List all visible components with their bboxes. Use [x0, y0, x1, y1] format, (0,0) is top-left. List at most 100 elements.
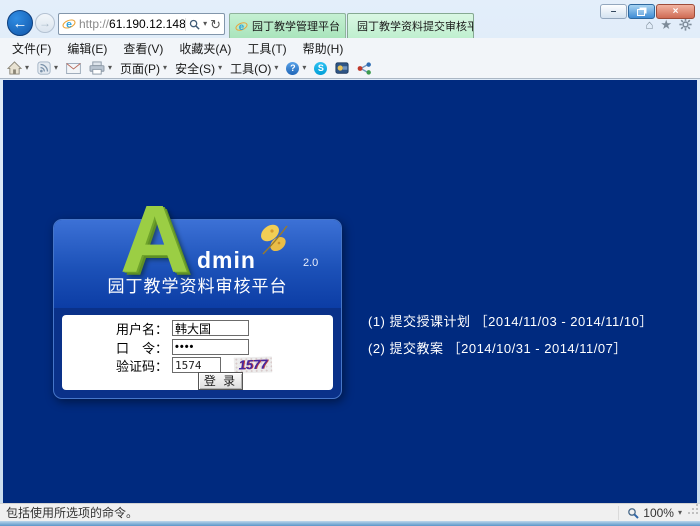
notice-list: (1) 提交授课计划 ［2014/11/03 - 2014/11/10］ (2)…	[368, 308, 653, 362]
notice-item-2: (2) 提交教案 ［2014/10/31 - 2014/11/07］	[368, 335, 653, 362]
caret-down-icon: ▾	[54, 64, 58, 72]
address-bar[interactable]: e http://61.190.12.148/webzlcj/logi ▾ ↻	[58, 13, 225, 35]
captcha-label: 验证码：	[62, 356, 168, 375]
print-button[interactable]: ▾	[89, 61, 112, 75]
forward-button[interactable]: →	[35, 13, 55, 33]
window-controls: – ×	[600, 4, 695, 19]
zoom-control[interactable]: 100% ▾	[618, 506, 682, 520]
menu-edit[interactable]: 编辑(E)	[59, 40, 115, 57]
status-message: 包括使用所选项的命令。	[6, 504, 138, 521]
caret-down-icon: ▾	[163, 64, 167, 72]
close-icon: ×	[673, 7, 679, 17]
close-button[interactable]: ×	[656, 4, 695, 19]
tab-label: 园丁教学管理平台	[252, 18, 340, 34]
zoom-caret-icon: ▾	[678, 509, 682, 517]
username-input[interactable]	[172, 320, 249, 336]
username-label: 用户名：	[62, 319, 168, 338]
menu-view[interactable]: 查看(V)	[115, 40, 171, 57]
status-bar: 包括使用所选项的命令。 100% ▾	[0, 503, 700, 521]
restore-icon	[637, 9, 645, 16]
caret-down-icon: ▾	[108, 64, 112, 72]
window-frame-bottom	[0, 521, 700, 526]
menu-help[interactable]: 帮助(H)	[295, 40, 352, 57]
settings-gear-icon[interactable]	[679, 18, 692, 31]
admin-logo-version: 2.0	[303, 257, 318, 269]
password-input[interactable]	[172, 339, 249, 355]
captcha-row: 验证码： 1577	[62, 357, 333, 373]
tools-menu-button[interactable]: 工具(O) ▾	[230, 60, 278, 77]
tools-menu-label: 工具(O)	[230, 60, 271, 77]
page-menu-button[interactable]: 页面(P) ▾	[120, 60, 167, 77]
url-host: 61.190.12.148	[109, 17, 185, 31]
page-content: A dmin 2.0 园丁教学资料审核平台 用户名：	[3, 80, 697, 503]
page-menu-label: 页面(P)	[120, 60, 160, 77]
tab-label: 园丁教学资料提交审核平台	[357, 18, 474, 34]
home-icon[interactable]: ⌂	[645, 18, 653, 31]
caret-down-icon: ▾	[25, 64, 29, 72]
zoom-magnifier-icon	[627, 507, 639, 519]
printer-icon	[89, 61, 105, 75]
caret-down-icon: ▾	[302, 64, 306, 72]
username-row: 用户名：	[62, 320, 333, 336]
login-form: 用户名： 口 令： 验证码： 1577 登 录	[62, 315, 333, 390]
login-panel: A dmin 2.0 园丁教学资料审核平台 用户名：	[53, 219, 342, 399]
forward-icon: →	[39, 16, 51, 30]
back-icon: ←	[13, 15, 28, 32]
tab-management-platform[interactable]: e 园丁教学管理平台	[229, 13, 346, 38]
login-button[interactable]: 登 录	[198, 372, 243, 390]
favorites-star-icon[interactable]: ★	[660, 18, 672, 31]
caret-down-icon: ▾	[274, 64, 278, 72]
command-bar: ▾ ▾ ▾ 页面(P) ▾	[0, 58, 700, 79]
minimize-button[interactable]: –	[600, 4, 627, 19]
notice-item-1: (1) 提交授课计划 ［2014/11/03 - 2014/11/10］	[368, 308, 653, 335]
butterfly-icon	[257, 220, 293, 260]
platform-title: 园丁教学资料审核平台	[54, 272, 341, 297]
svg-text:e: e	[66, 19, 72, 31]
help-menu-button[interactable]: ? ▾	[286, 62, 306, 75]
menu-file[interactable]: 文件(F)	[4, 40, 59, 57]
menu-favorites[interactable]: 收藏夹(A)	[171, 40, 239, 57]
share-addon-icon	[357, 62, 372, 75]
home-menu-button[interactable]: ▾	[7, 61, 29, 75]
feeds-button[interactable]: ▾	[37, 61, 58, 75]
skype-icon: S	[314, 62, 327, 75]
ie-icon: e	[62, 17, 76, 31]
ie-icon: e	[235, 20, 248, 33]
caret-down-icon: ▾	[218, 64, 222, 72]
mail-icon	[66, 63, 81, 74]
navigation-bar: ← → e http://61.190.12.148/webzlcj/logi …	[0, 8, 700, 38]
rss-feed-icon	[37, 61, 51, 75]
read-mail-button[interactable]	[66, 63, 81, 74]
resize-grip[interactable]	[687, 503, 699, 515]
browser-window: – × ← → e http://61.190.12.148/webzlcj/l…	[0, 0, 700, 526]
addon-button-1[interactable]	[335, 61, 349, 75]
help-icon: ?	[286, 62, 299, 75]
search-icon[interactable]	[189, 19, 200, 30]
toolbar-right-icons: ⌂ ★	[645, 18, 692, 31]
admin-logo-text: dmin	[197, 247, 256, 274]
login-panel-header: A dmin 2.0 园丁教学资料审核平台	[54, 220, 341, 308]
captcha-input[interactable]	[172, 357, 221, 373]
addon-icon	[335, 61, 349, 75]
autocomplete-caret-icon[interactable]: ▾	[203, 20, 207, 28]
restore-button[interactable]	[628, 4, 655, 19]
svg-text:e: e	[239, 21, 245, 32]
menu-tools[interactable]: 工具(T)	[239, 40, 294, 57]
url-prefix: http://	[79, 17, 109, 31]
safety-menu-button[interactable]: 安全(S) ▾	[175, 60, 222, 77]
password-row: 口 令：	[62, 339, 333, 355]
refresh-icon[interactable]: ↻	[210, 18, 221, 31]
tab-review-platform-active[interactable]: e 园丁教学资料提交审核平台 ×	[347, 13, 474, 38]
url-text[interactable]: http://61.190.12.148/webzlcj/logi	[79, 17, 185, 31]
home-icon	[7, 61, 22, 75]
address-bar-buttons: ▾ ↻	[185, 18, 221, 31]
safety-menu-label: 安全(S)	[175, 60, 215, 77]
minimize-icon: –	[611, 7, 617, 17]
back-button[interactable]: ←	[7, 10, 33, 36]
menu-bar: 文件(F) 编辑(E) 查看(V) 收藏夹(A) 工具(T) 帮助(H)	[0, 38, 700, 58]
zoom-level: 100%	[643, 506, 674, 520]
password-label: 口 令：	[62, 338, 168, 357]
admin-logo-letter: A	[120, 200, 189, 280]
skype-addon-button[interactable]: S	[314, 62, 327, 75]
addon-button-2[interactable]	[357, 62, 372, 75]
